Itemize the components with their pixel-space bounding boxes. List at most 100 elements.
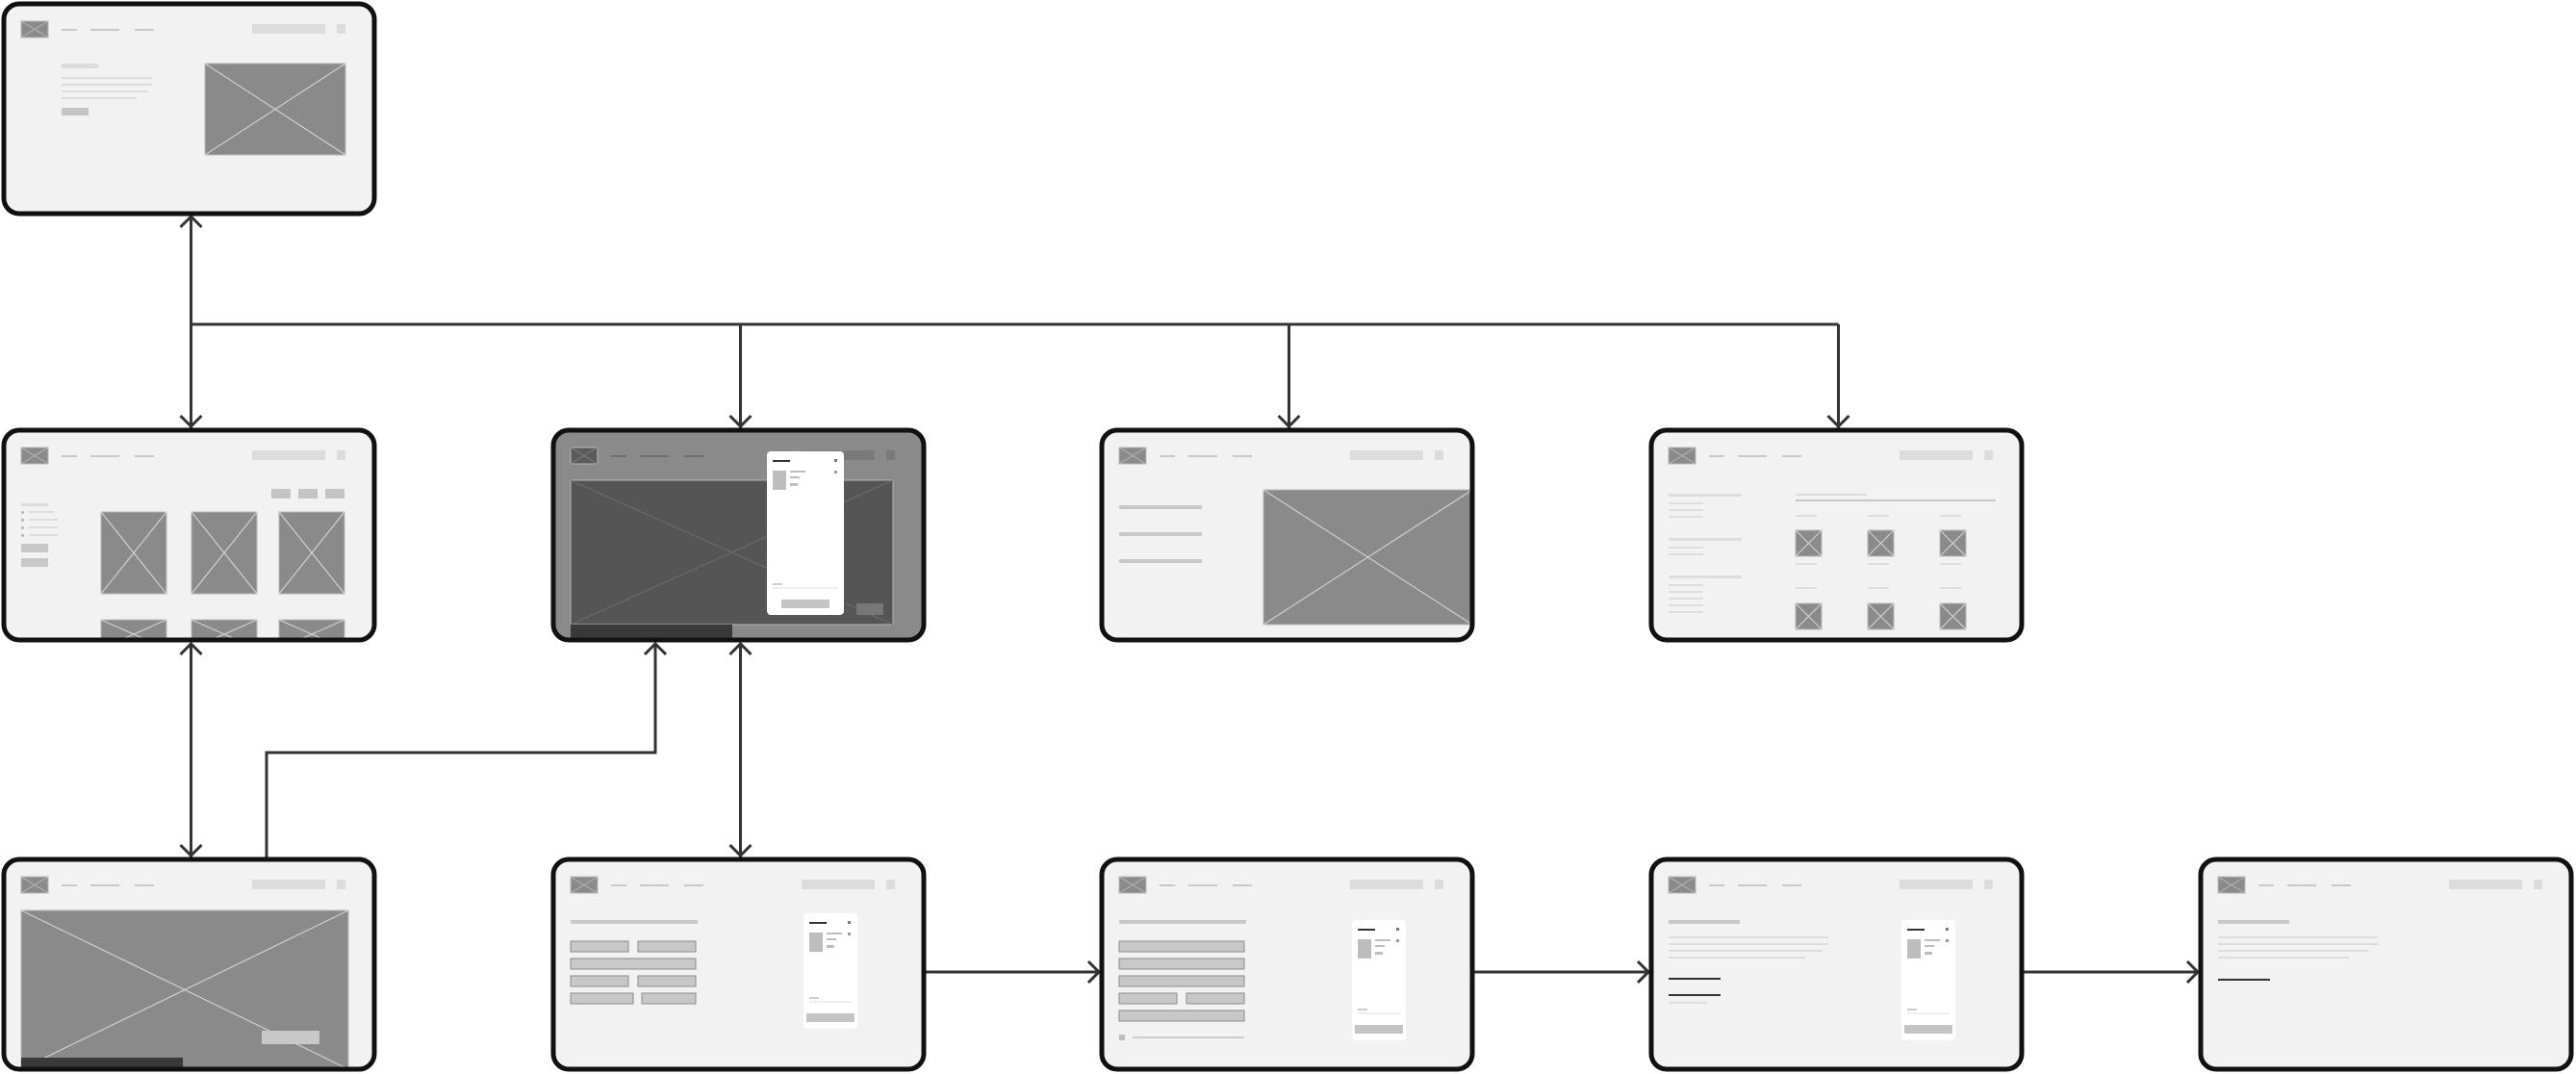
search-bar bbox=[252, 880, 325, 889]
icon-caption bbox=[1796, 563, 1817, 565]
product-name bbox=[1375, 939, 1390, 941]
screen-modal-over-media bbox=[550, 427, 927, 643]
screen-form-step-1 bbox=[550, 857, 927, 1072]
form-checkbox bbox=[1119, 1035, 1125, 1040]
product-card-image bbox=[100, 511, 167, 595]
filter-heading bbox=[21, 503, 48, 506]
product-thumb bbox=[1907, 939, 1921, 959]
product-thumb bbox=[809, 933, 823, 952]
product-card-image bbox=[191, 619, 258, 640]
form-field bbox=[637, 940, 697, 953]
hero-text bbox=[62, 84, 152, 86]
product-card-image bbox=[278, 619, 345, 640]
body-text bbox=[1669, 950, 1823, 952]
panel-title bbox=[809, 922, 827, 924]
logo-placeholder bbox=[570, 876, 599, 894]
product-meta bbox=[790, 476, 800, 478]
search-bar bbox=[1350, 880, 1423, 889]
cart-icon bbox=[1984, 450, 1993, 460]
subtotal-label bbox=[1358, 1009, 1367, 1010]
sidebar-link bbox=[1669, 591, 1703, 593]
nav-link bbox=[62, 455, 77, 457]
filter-button bbox=[21, 558, 48, 567]
sidebar-link bbox=[1669, 598, 1703, 600]
screen-text-and-image bbox=[1099, 427, 1475, 643]
body-text bbox=[1669, 943, 1828, 945]
icon-placeholder bbox=[1867, 529, 1895, 557]
nav-link bbox=[1188, 884, 1217, 886]
product-thumb bbox=[1358, 939, 1371, 959]
product-meta bbox=[1925, 945, 1934, 947]
screens bbox=[1, 1, 2574, 1072]
subtotal-label bbox=[1907, 1009, 1917, 1010]
body-text bbox=[2218, 936, 2378, 938]
search-bar bbox=[1350, 450, 1423, 460]
view-toggle bbox=[325, 489, 344, 499]
form-field bbox=[570, 992, 634, 1005]
screen-home bbox=[1, 1, 377, 217]
product-price bbox=[1375, 952, 1383, 955]
form-field bbox=[570, 975, 629, 987]
connector-media-modal bbox=[265, 643, 657, 857]
subtotal-label bbox=[809, 997, 819, 999]
filter-label bbox=[29, 526, 58, 528]
hero-button bbox=[62, 108, 89, 115]
product-price bbox=[1925, 952, 1932, 955]
icon-placeholder bbox=[1795, 529, 1823, 557]
cart-panel bbox=[1352, 920, 1406, 1040]
screen-media-player bbox=[1, 857, 377, 1072]
icon-caption bbox=[1868, 587, 1889, 589]
form-field bbox=[570, 958, 697, 970]
screen-form-step-2 bbox=[1099, 857, 1475, 1072]
icon-caption bbox=[1796, 515, 1817, 517]
product-card-image bbox=[191, 511, 258, 595]
sidebar-heading bbox=[1669, 538, 1742, 541]
cart-icon bbox=[886, 880, 895, 889]
icon-placeholder bbox=[1867, 602, 1895, 630]
cart-icon bbox=[1435, 450, 1443, 460]
form-field bbox=[1186, 992, 1245, 1005]
form-field bbox=[1118, 1010, 1245, 1022]
remove-icon bbox=[834, 471, 837, 473]
body-text bbox=[2218, 957, 2349, 959]
product-thumb bbox=[773, 471, 786, 490]
sidebar-link bbox=[1669, 502, 1703, 504]
search-bar bbox=[1900, 880, 1973, 889]
hero-image bbox=[204, 63, 346, 156]
cart-icon bbox=[886, 450, 895, 460]
sidebar-link bbox=[1669, 611, 1703, 613]
nav-link bbox=[684, 455, 703, 457]
filter-checkbox bbox=[21, 534, 24, 537]
sidebar-link bbox=[1669, 584, 1703, 586]
icon-caption bbox=[1868, 515, 1889, 517]
logo-placeholder bbox=[570, 447, 599, 465]
body-text bbox=[1669, 936, 1828, 938]
video-player bbox=[570, 479, 894, 626]
sidebar-link bbox=[1669, 516, 1703, 518]
form-field bbox=[1118, 992, 1178, 1005]
logo-placeholder bbox=[1118, 447, 1147, 465]
nav-link bbox=[90, 455, 119, 457]
nav-link bbox=[135, 884, 154, 886]
panel-bg bbox=[1901, 920, 1955, 1040]
nav-link bbox=[90, 884, 119, 886]
nav-link bbox=[1160, 455, 1175, 457]
player-control bbox=[856, 603, 883, 615]
panel-bg bbox=[803, 913, 857, 1029]
panel-title bbox=[1358, 929, 1375, 931]
product-name bbox=[790, 471, 805, 473]
section-rule bbox=[1669, 978, 1721, 980]
checkout-button bbox=[781, 600, 829, 608]
nav-link bbox=[1188, 455, 1217, 457]
checkout-button bbox=[1904, 1025, 1952, 1034]
remove-icon bbox=[1946, 939, 1949, 942]
search-bar bbox=[802, 880, 875, 889]
video-player bbox=[20, 909, 349, 1069]
hero-text bbox=[62, 90, 148, 92]
screen-listing bbox=[1, 427, 377, 643]
icon-caption bbox=[1940, 563, 1961, 565]
body-text bbox=[2218, 943, 2378, 945]
body-text bbox=[1669, 957, 1805, 959]
sidebar-link bbox=[1669, 553, 1703, 555]
view-toggle bbox=[271, 489, 291, 499]
